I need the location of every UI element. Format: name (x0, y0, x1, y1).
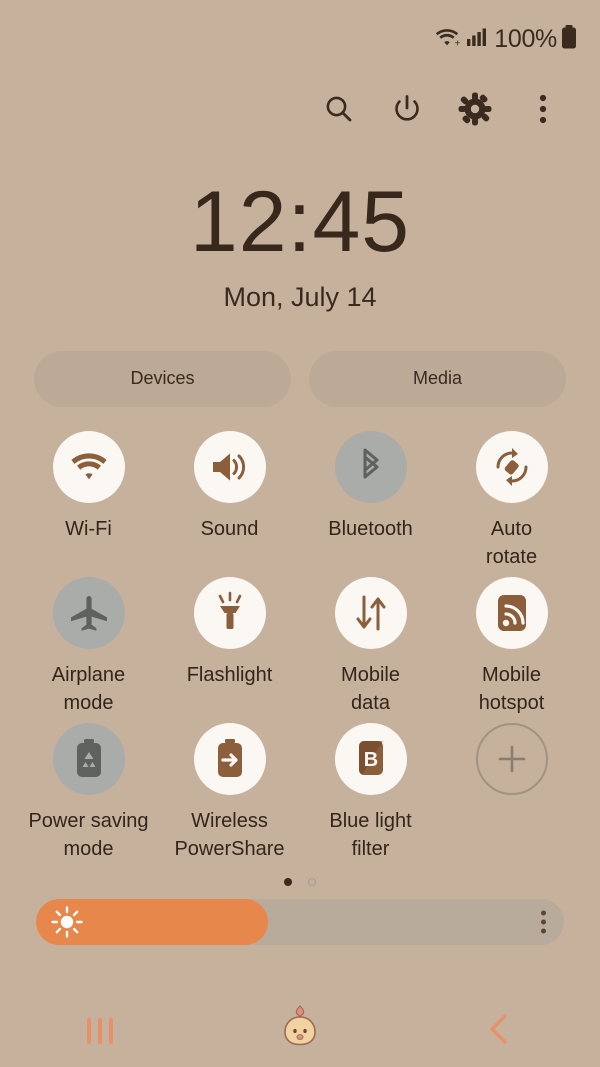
qs-label: Auto rotate (485, 517, 538, 568)
qs-label: Mobile hotspot (478, 663, 545, 714)
qs-label: Mobile data (341, 663, 400, 714)
cellular-signal-icon (466, 26, 488, 53)
home-button[interactable] (255, 1001, 345, 1061)
sound-icon (193, 430, 266, 503)
power-share-icon (193, 722, 266, 795)
qs-tile-add[interactable] (441, 722, 582, 863)
devices-button[interactable]: Devices (34, 350, 291, 407)
page-dot-1[interactable] (284, 877, 292, 886)
wifi-icon: + (435, 25, 463, 54)
qs-tile-mobile-data[interactable]: Mobile data (300, 576, 441, 717)
brightness-slider[interactable] (36, 898, 564, 945)
qs-label: Airplane mode (51, 663, 126, 714)
qs-tile-wireless-powershare[interactable]: Wireless PowerShare (159, 722, 300, 863)
power-saving-icon (52, 722, 125, 795)
mobile-data-icon (334, 576, 407, 649)
battery-percent-label: 100% (494, 24, 557, 53)
navigation-bar (0, 995, 600, 1067)
qs-tile-mobile-hotspot[interactable]: Mobile hotspot (441, 576, 582, 717)
qs-tile-power-saving-mode[interactable]: Power saving mode (18, 722, 159, 863)
status-icons: + 100% (435, 24, 578, 55)
qs-tile-auto-rotate[interactable]: Auto rotate (441, 430, 582, 571)
blue-light-icon: B (334, 722, 407, 795)
qs-label: Flashlight (186, 663, 273, 686)
plus-icon (475, 722, 548, 795)
brightness-more-icon[interactable] (541, 910, 546, 934)
clock-time: 12:45 (189, 174, 411, 270)
back-button[interactable] (455, 1001, 545, 1061)
page-indicator (0, 873, 600, 891)
wifi-icon (52, 430, 125, 503)
clock-widget[interactable]: 12:45 Mon, July 14 (0, 174, 600, 313)
qs-tile-airplane-mode[interactable]: Airplane mode (18, 576, 159, 717)
status-bar: + 100% (0, 0, 600, 78)
recents-button[interactable] (55, 1001, 145, 1061)
gear-icon[interactable] (458, 92, 492, 126)
qs-label: Blue light filter (329, 809, 412, 860)
devices-media-row: Devices Media (0, 350, 600, 407)
qs-tile-bluetooth[interactable]: Bluetooth (300, 430, 441, 571)
home-button-chick-icon (272, 1001, 328, 1062)
qs-label: Sound (200, 517, 259, 540)
media-button[interactable]: Media (309, 350, 566, 407)
qs-tile-sound[interactable]: Sound (159, 430, 300, 571)
qs-label: Power saving mode (28, 809, 149, 860)
clock-date: Mon, July 14 (223, 281, 377, 312)
mobile-hotspot-icon (475, 576, 548, 649)
quick-settings-grid: Wi-Fi Sound Bluetooth Auto rotate Airpla… (0, 407, 600, 863)
flashlight-icon (193, 576, 266, 649)
qs-tile-wifi[interactable]: Wi-Fi (18, 430, 159, 571)
svg-text:+: + (455, 38, 461, 49)
header-icon-row (0, 78, 600, 140)
back-chevron-icon (485, 1012, 515, 1051)
bluetooth-icon (334, 430, 407, 503)
auto-rotate-icon (475, 430, 548, 503)
power-icon[interactable] (390, 92, 424, 126)
qs-tile-blue-light-filter[interactable]: B Blue light filter (300, 722, 441, 863)
brightness-sun-icon (50, 905, 84, 939)
qs-label: Bluetooth (328, 517, 413, 540)
qs-label: Wi-Fi (65, 517, 112, 540)
page-dot-2[interactable] (308, 877, 316, 886)
qs-tile-flashlight[interactable]: Flashlight (159, 576, 300, 717)
search-icon[interactable] (322, 92, 356, 126)
airplane-icon (52, 576, 125, 649)
battery-full-icon (560, 24, 578, 55)
more-vertical-icon[interactable] (526, 92, 560, 126)
qs-label: Wireless PowerShare (174, 809, 285, 860)
recents-icon (87, 1018, 113, 1044)
brightness-slider-wrap (0, 898, 600, 945)
svg-text:B: B (363, 749, 377, 771)
